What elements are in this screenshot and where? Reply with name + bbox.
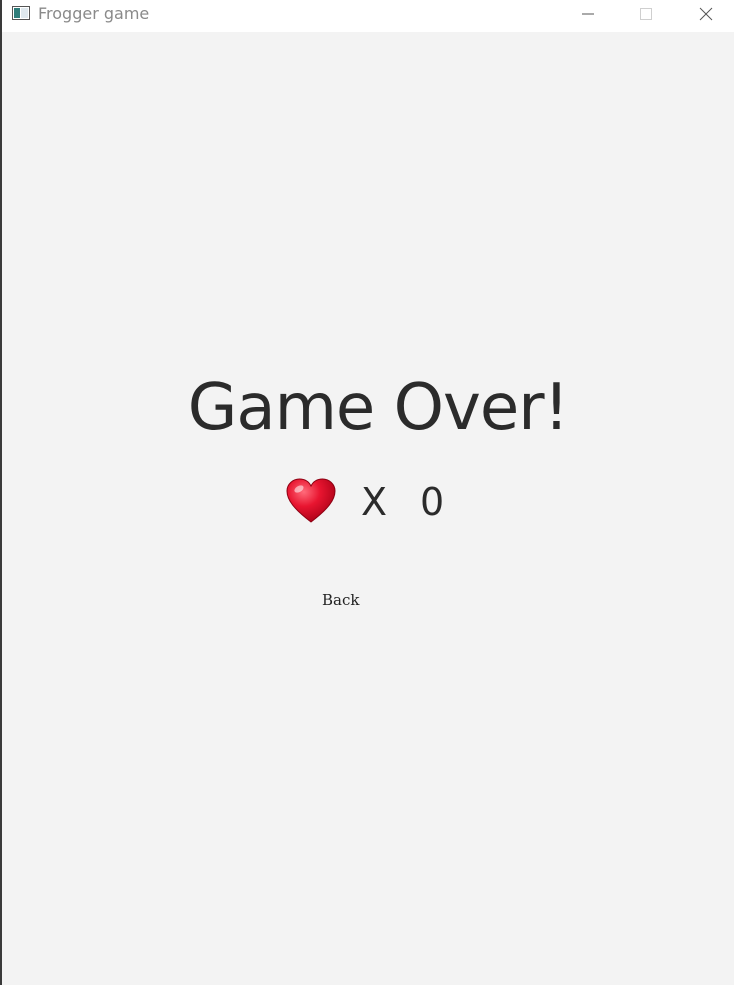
close-button[interactable] — [683, 0, 729, 28]
close-icon — [699, 7, 713, 21]
title-bar[interactable]: Frogger game — [2, 0, 734, 32]
maximize-icon — [640, 8, 652, 20]
lives-count: 0 — [420, 480, 445, 524]
back-button[interactable]: Back — [314, 588, 367, 612]
game-over-heading: Game Over! — [187, 371, 569, 445]
minimize-button[interactable] — [565, 0, 611, 28]
window-title: Frogger game — [38, 4, 150, 23]
maximize-button[interactable] — [623, 0, 669, 28]
frogger-window: Frogger game Game Over! X 0 Back — [0, 0, 734, 985]
app-window-icon — [12, 6, 30, 20]
heart-icon — [286, 478, 336, 523]
minimize-icon — [582, 13, 594, 15]
game-over-screen: Game Over! X 0 Back — [2, 32, 734, 985]
lives-multiplier: X — [361, 480, 388, 524]
